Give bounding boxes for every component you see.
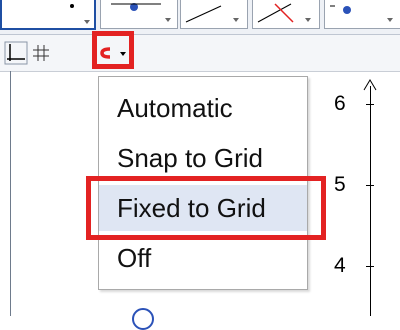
menu-item-snap-to-grid[interactable]: Snap to Grid bbox=[99, 135, 307, 181]
toolbar bbox=[0, 0, 400, 35]
y-axis bbox=[370, 86, 371, 316]
grid-toggle-button[interactable] bbox=[30, 41, 54, 65]
y-tick-label: 6 bbox=[334, 92, 346, 115]
menu-item-automatic[interactable]: Automatic bbox=[99, 85, 307, 131]
style-bar bbox=[0, 31, 400, 72]
point-on-object-icon bbox=[330, 5, 393, 22]
axes-toggle-icon bbox=[4, 41, 28, 65]
segment-tool-icon bbox=[185, 5, 239, 23]
y-tick-4 bbox=[366, 266, 374, 267]
graphics-view-border bbox=[10, 71, 11, 316]
y-tick-5 bbox=[366, 185, 374, 186]
point-marker[interactable] bbox=[132, 308, 154, 330]
axes-toggle-button[interactable] bbox=[4, 41, 28, 65]
point-tool-button[interactable] bbox=[0, 0, 96, 30]
y-tick-6 bbox=[366, 104, 374, 105]
stylebar-highlight-box bbox=[92, 31, 134, 69]
menu-item-off[interactable]: Off bbox=[99, 235, 307, 281]
grid-toggle-icon bbox=[33, 45, 49, 61]
y-tick-label: 4 bbox=[334, 254, 346, 277]
menu-highlight-box bbox=[86, 176, 326, 240]
segment-tool-button[interactable] bbox=[180, 0, 248, 29]
y-tick-label: 5 bbox=[334, 173, 346, 196]
point-on-object-button[interactable] bbox=[324, 0, 400, 29]
angle-tool-button[interactable] bbox=[252, 0, 320, 29]
angle-tool-icon bbox=[257, 3, 311, 23]
point-tool-icon bbox=[70, 4, 90, 24]
line-tool-icon bbox=[111, 3, 171, 22]
line-tool-button[interactable] bbox=[100, 0, 178, 29]
y-axis-arrow-icon bbox=[363, 79, 377, 91]
